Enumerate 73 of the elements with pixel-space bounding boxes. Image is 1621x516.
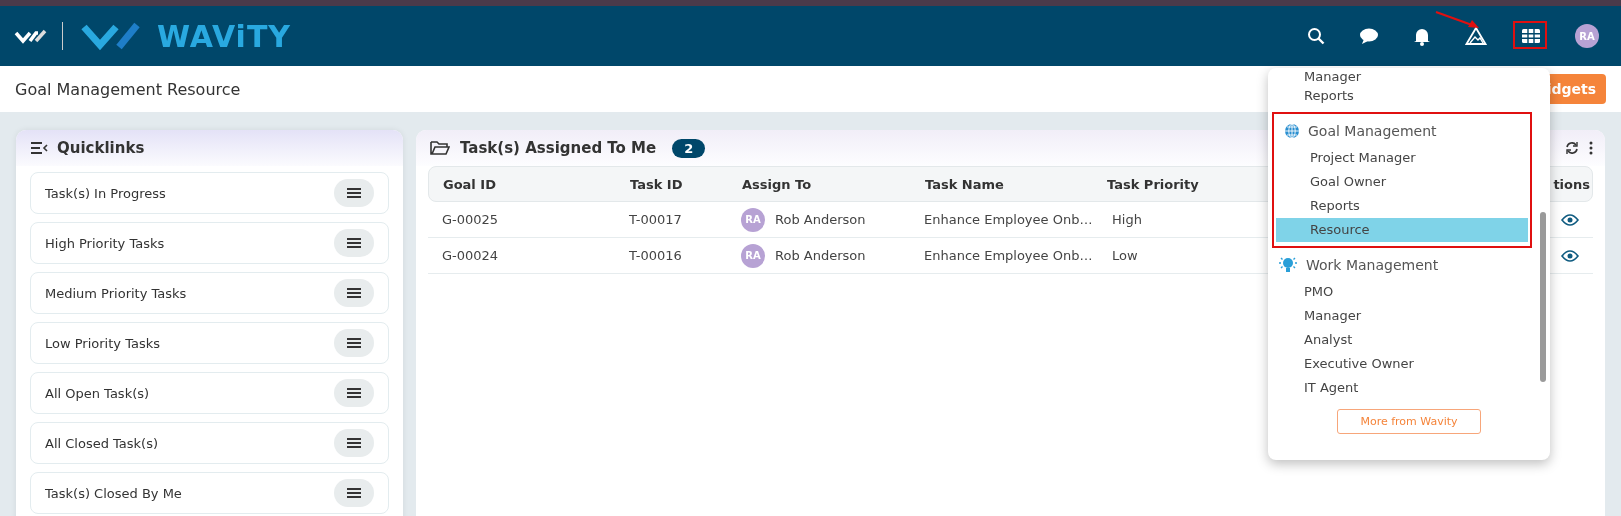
eye-icon[interactable] [1561,213,1579,226]
quicklink-item[interactable]: Low Priority Tasks [30,322,389,364]
column-header: Task Name [925,176,1005,192]
grid-icon[interactable] [1521,28,1541,44]
lightbulb-icon [1278,256,1298,274]
more-options-icon[interactable] [1589,141,1593,155]
menu-item[interactable]: Reports [1272,84,1532,108]
menu-section-title: Work Management [1306,257,1439,273]
menu-item[interactable]: Project Manager [1278,146,1526,170]
refresh-icon[interactable] [1565,141,1579,155]
annotation-box [1513,21,1547,49]
globe-icon [1284,123,1300,139]
column-header: Assign To [742,176,813,192]
quicklink-label[interactable]: Low Priority Tasks [45,335,160,351]
quicklink-item[interactable]: Medium Priority Tasks [30,272,389,314]
table-cell-text: T-00016 [629,248,683,263]
quicklink-item[interactable]: Task(s) In Progress [30,172,389,214]
quicklink-item[interactable]: All Closed Task(s) [30,422,389,464]
folder-icon [430,140,450,156]
quicklink-label[interactable]: Task(s) Closed By Me [45,485,182,501]
column-header: Goal ID [443,176,497,192]
quicklink-label[interactable]: All Closed Task(s) [45,435,159,451]
column-header: Task ID [630,176,684,192]
menu-icon[interactable] [334,329,374,357]
quicklink-label[interactable]: High Priority Tasks [45,235,165,251]
panel-title: Task(s) Assigned To Me [460,139,657,157]
user-avatar: RA [741,243,765,268]
column-header: Task Priority [1107,176,1200,192]
table-cell-text: High [1111,212,1143,227]
mountain-triangle-icon[interactable] [1465,26,1487,46]
collapse-menu-icon[interactable] [30,141,48,155]
table-cell: Rob Anderson [775,212,866,227]
search-icon[interactable] [1307,27,1325,45]
annotation-arrow [1435,10,1481,30]
column-header: tions [1553,176,1591,192]
table-cell-text: Enhance Employee Onb… [924,248,1094,263]
table-cell-text: Low [1111,248,1139,263]
menu-item[interactable]: IT Agent [1272,376,1532,400]
quicklink-label[interactable]: All Open Task(s) [45,385,150,401]
menu-item[interactable]: Executive Owner [1272,352,1532,376]
bell-icon[interactable] [1413,26,1431,46]
quicklink-label[interactable]: Task(s) In Progress [45,185,166,201]
menu-icon[interactable] [334,179,374,207]
table-cell: Rob Anderson [775,248,866,263]
count-badge: 2 [672,138,706,158]
quicklink-item[interactable]: Task(s) Closed By Me [30,472,389,514]
menu-icon[interactable] [334,379,374,407]
table-cell-text: T-00017 [629,212,683,227]
menu-icon[interactable] [334,479,374,507]
menu-item[interactable]: Goal Owner [1278,170,1526,194]
menu-icon[interactable] [334,429,374,457]
brand-name: WAViTY [157,18,292,54]
quicklink-label[interactable]: Medium Priority Tasks [45,285,187,301]
panel-title: Quicklinks [57,139,145,157]
menu-icon[interactable] [334,229,374,257]
menu-item[interactable]: Manager [1272,304,1532,328]
menu-icon[interactable] [334,279,374,307]
quicklink-item[interactable]: All Open Task(s) [30,372,389,414]
eye-icon[interactable] [1561,249,1579,262]
menu-item[interactable]: Manager [1272,68,1532,84]
menu-item[interactable]: Analyst [1272,328,1532,352]
menu-item[interactable]: Resource [1276,218,1528,242]
table-cell-text: Enhance Employee Onb… [924,212,1094,227]
user-avatar: RA [741,207,765,232]
menu-item[interactable]: PMO [1272,280,1532,304]
scrollbar-thumb[interactable] [1540,212,1546,382]
table-cell-text: G-00024 [442,248,500,263]
chat-bubble-icon[interactable] [1359,27,1379,45]
menu-section-title: Goal Management [1308,123,1437,139]
table-cell-text: G-00025 [442,212,500,227]
quicklink-item[interactable]: High Priority Tasks [30,222,389,264]
menu-item[interactable]: Reports [1278,194,1526,218]
page-title: Goal Management Resource [15,79,241,99]
